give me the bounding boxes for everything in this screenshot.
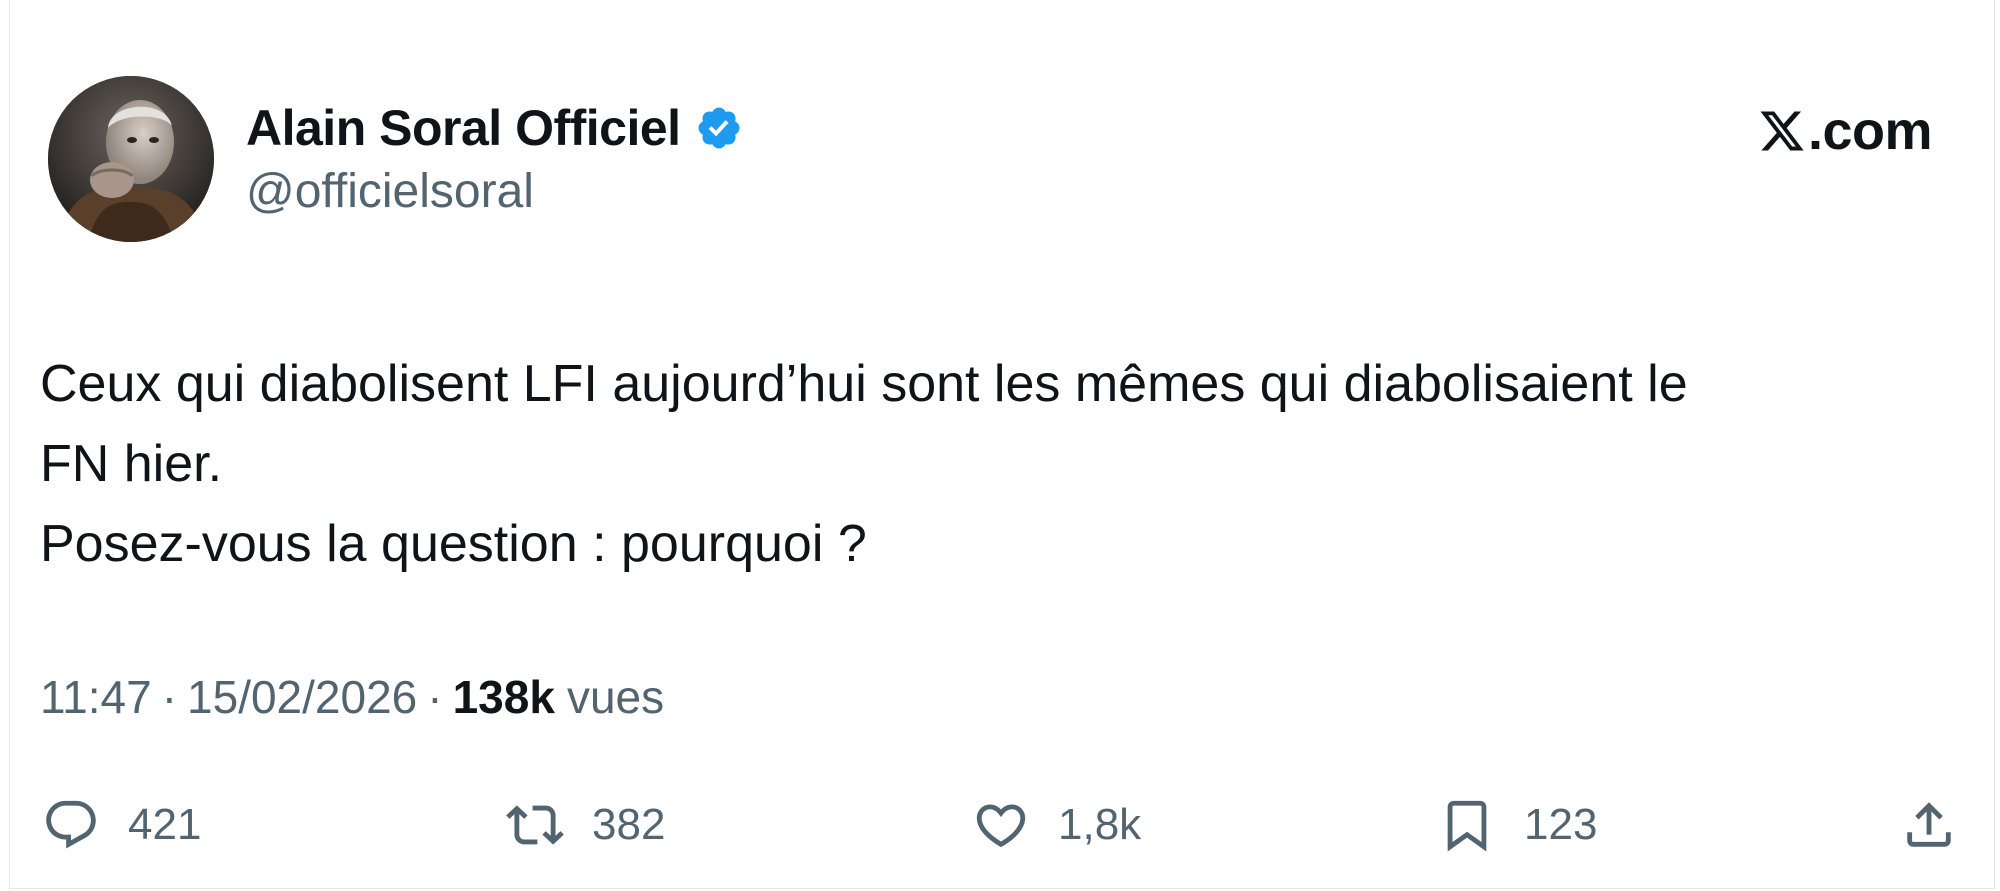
- repost-count: 382: [592, 800, 666, 849]
- tweet-text-line: Ceux qui diabolisent LFI aujourd’hui son…: [40, 355, 1688, 413]
- heart-icon: [976, 804, 1026, 848]
- avatar[interactable]: [48, 76, 214, 242]
- bookmark-icon: [1447, 800, 1487, 852]
- repost-icon: [506, 805, 564, 845]
- reply-icon: [46, 800, 96, 849]
- tweet-text: Ceux qui diabolisent LFI aujourd’hui son…: [40, 344, 1970, 584]
- user-avatar-image: [48, 76, 214, 242]
- author-name-row: Alain Soral Officiel: [246, 96, 743, 160]
- bookmark-button[interactable]: 123: [1438, 790, 1597, 860]
- like-count: 1,8k: [1058, 800, 1142, 849]
- share-icon: [1907, 802, 1951, 847]
- tweet-text-line: Posez-vous la question : pourquoi ?: [40, 515, 867, 573]
- author-display-name[interactable]: Alain Soral Officiel: [246, 99, 681, 157]
- x-logo-icon: [1760, 111, 1804, 151]
- brand-text: .com: [1807, 101, 1933, 161]
- views-label: vues: [566, 671, 665, 723]
- brand-watermark: .com: [1758, 96, 1933, 166]
- bookmark-count: 123: [1524, 800, 1598, 849]
- tweet-text-line: FN hier.: [40, 435, 223, 493]
- tweet-meta: 11:47 · 15/02/2026 · 138k vues: [40, 670, 664, 724]
- reply-count: 421: [128, 800, 202, 849]
- tweet-date[interactable]: 15/02/2026: [187, 670, 417, 724]
- share-button[interactable]: [1900, 790, 1958, 860]
- tweet-card: Alain Soral Officiel @officielsoral .com…: [9, 0, 1995, 889]
- action-bar: 421 382 1,8k 123: [10, 790, 1996, 860]
- tweet-time[interactable]: 11:47: [40, 670, 152, 724]
- reply-button[interactable]: 421: [42, 790, 201, 860]
- meta-separator: ·: [161, 671, 178, 723]
- author-handle[interactable]: @officielsoral: [246, 164, 534, 219]
- views-count[interactable]: 138k: [453, 670, 555, 724]
- meta-separator: ·: [427, 671, 443, 723]
- verified-badge-icon: [698, 107, 740, 149]
- repost-button[interactable]: 382: [506, 790, 665, 860]
- like-button[interactable]: 1,8k: [972, 790, 1141, 860]
